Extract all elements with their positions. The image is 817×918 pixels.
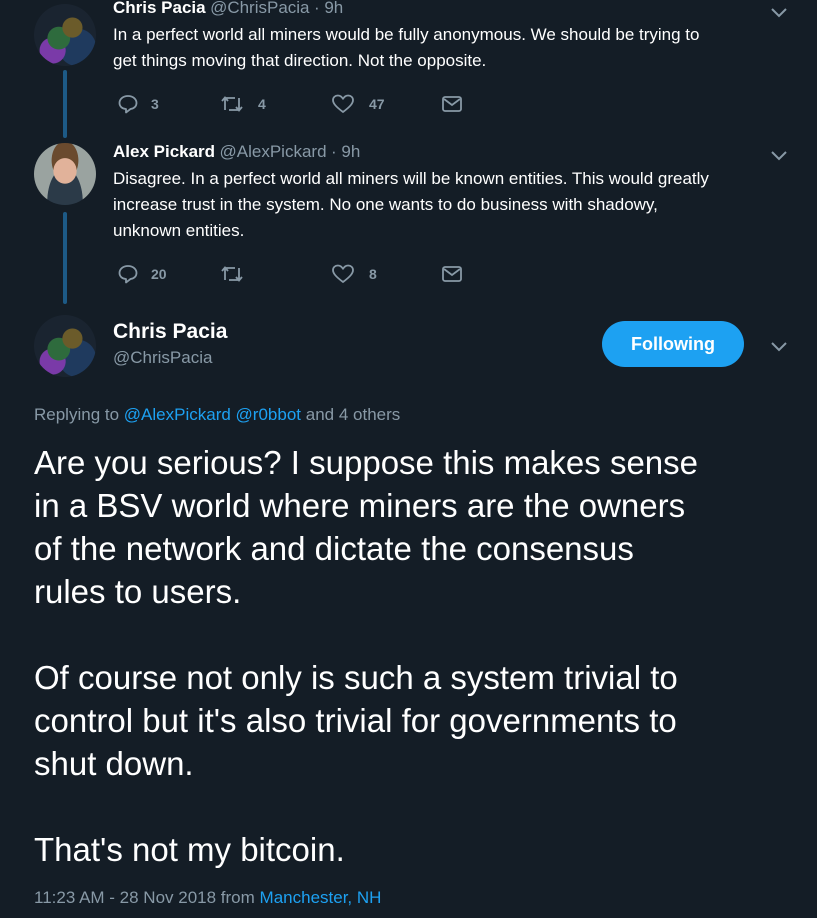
mention-link[interactable]: @r0bbot: [236, 405, 301, 424]
message-icon: [442, 266, 462, 282]
author-handle[interactable]: @AlexPickard: [220, 142, 327, 161]
reply-icon: [118, 265, 138, 284]
retweet-count: 4: [258, 96, 266, 112]
retweet-icon: [221, 266, 243, 282]
reply-button[interactable]: 3: [117, 93, 159, 115]
reply-count: 20: [151, 266, 167, 282]
tweet-time[interactable]: · 9h: [331, 142, 360, 161]
retweet-icon: [221, 96, 243, 112]
like-icon: [332, 94, 354, 113]
retweet-button[interactable]: 4: [220, 93, 266, 115]
avatar[interactable]: [34, 4, 96, 66]
tweet-time[interactable]: · 9h: [314, 0, 343, 17]
mention-link[interactable]: @AlexPickard: [124, 405, 231, 424]
author-handle[interactable]: @ChrisPacia: [113, 348, 212, 368]
reply-count: 3: [151, 96, 159, 112]
like-count: 47: [369, 96, 385, 112]
replying-to: Replying to @AlexPickard @r0bbot and 4 o…: [34, 405, 401, 424]
like-button[interactable]: 47: [331, 93, 385, 115]
others-link[interactable]: and 4 others: [306, 405, 401, 424]
like-icon: [332, 264, 354, 283]
chevron-down-icon[interactable]: [770, 6, 788, 24]
like-count: 8: [369, 266, 377, 282]
author-name[interactable]: Alex Pickard: [113, 142, 215, 161]
chevron-down-icon[interactable]: [770, 149, 788, 167]
reply-button[interactable]: 20: [117, 263, 167, 285]
retweet-button[interactable]: [220, 263, 244, 285]
message-button[interactable]: [441, 94, 463, 114]
avatar[interactable]: [34, 315, 96, 377]
reply-icon: [118, 95, 138, 114]
author-name[interactable]: Chris Pacia: [113, 0, 206, 17]
author-handle[interactable]: @ChrisPacia: [210, 0, 309, 17]
tweet-header: Chris Pacia @ChrisPacia · 9h: [113, 0, 343, 18]
tweet-text: In a perfect world all miners would be f…: [113, 25, 700, 70]
chevron-down-icon[interactable]: [770, 340, 788, 358]
like-button[interactable]: 8: [331, 263, 377, 285]
location-link[interactable]: Manchester, NH: [260, 888, 382, 907]
message-button[interactable]: [441, 264, 463, 284]
author-name[interactable]: Chris Pacia: [113, 320, 227, 344]
tweet-text: Are you serious? I suppose this makes se…: [34, 444, 699, 868]
tweet-text: Disagree. In a perfect world all miners …: [113, 169, 709, 240]
avatar[interactable]: [34, 143, 96, 205]
thread-line: [63, 70, 67, 138]
message-icon: [442, 96, 462, 112]
tweet-timestamp: 11:23 AM - 28 Nov 2018 from Manchester, …: [34, 888, 382, 907]
following-button[interactable]: Following: [602, 321, 744, 367]
tweet-header: Alex Pickard @AlexPickard · 9h: [113, 142, 360, 162]
thread-line: [63, 212, 67, 304]
